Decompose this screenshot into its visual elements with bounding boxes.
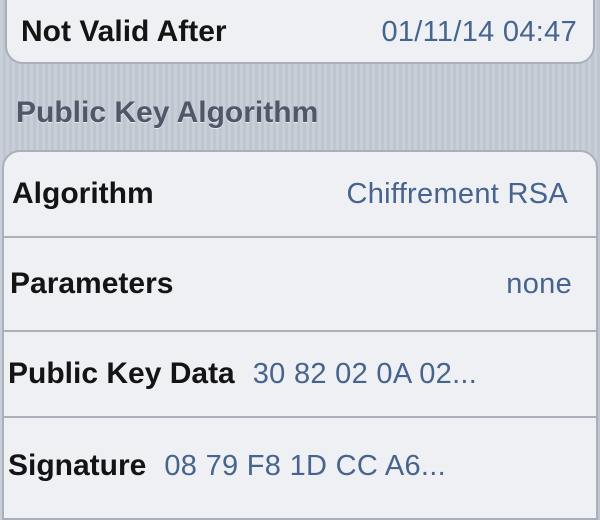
signature-label: Signature [8, 449, 147, 482]
public-key-data-row[interactable]: Public Key Data 30 82 02 0A 02... [4, 332, 596, 416]
not-valid-after-value: 01/11/14 04:47 [381, 15, 577, 48]
public-key-algorithm-header: Public Key Algorithm [16, 96, 319, 129]
algorithm-value: Chiffrement RSA [346, 177, 568, 210]
signature-value: 08 79 F8 1D CC A6... [164, 449, 447, 482]
not-valid-after-row[interactable]: Not Valid After 01/11/14 04:47 [7, 2, 593, 62]
not-valid-after-label: Not Valid After [21, 15, 227, 48]
algorithm-row[interactable]: Algorithm Chiffrement RSA [4, 152, 596, 236]
public-key-group: Algorithm Chiffrement RSA Parameters non… [2, 150, 598, 520]
public-key-data-value: 30 82 02 0A 02... [252, 357, 478, 390]
signature-row[interactable]: Signature 08 79 F8 1D CC A6... [4, 418, 596, 514]
public-key-data-label: Public Key Data [8, 357, 235, 390]
parameters-label: Parameters [10, 267, 174, 300]
validity-group: Not Valid After 01/11/14 04:47 [5, 0, 595, 64]
algorithm-label: Algorithm [12, 177, 154, 210]
parameters-row[interactable]: Parameters none [4, 238, 596, 330]
parameters-value: none [506, 267, 572, 300]
